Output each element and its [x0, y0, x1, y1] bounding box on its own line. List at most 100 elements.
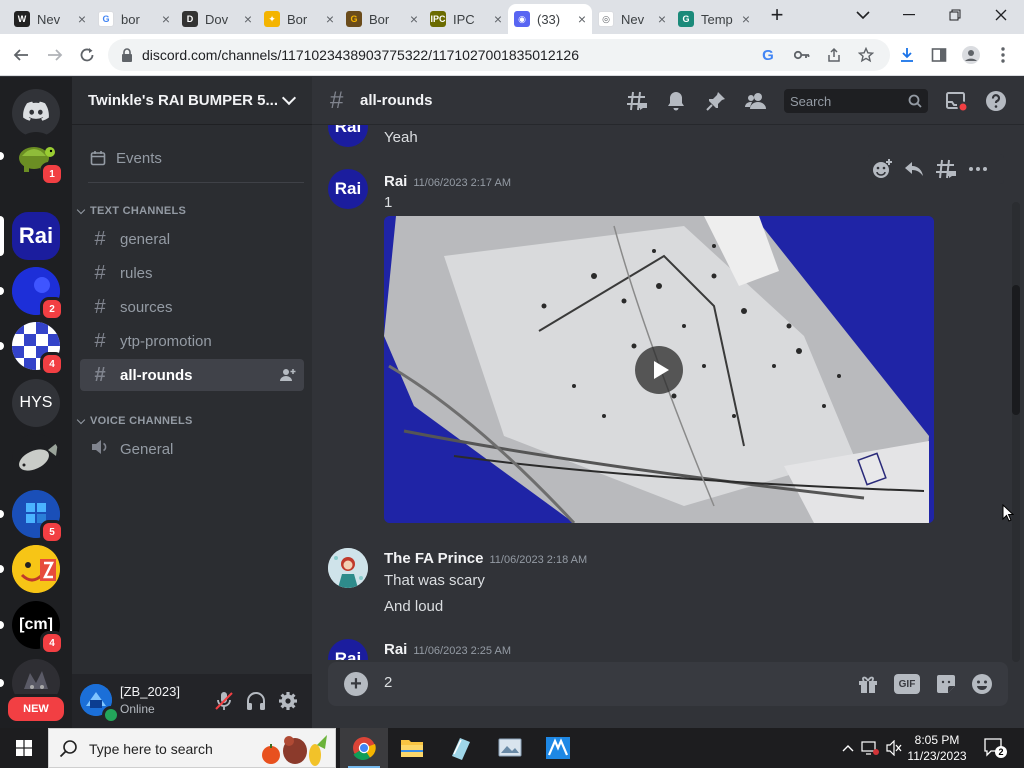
invite-member-icon[interactable] — [280, 367, 296, 383]
fish-server[interactable] — [12, 434, 60, 482]
user-settings-gear-icon[interactable] — [276, 689, 300, 713]
tab-6[interactable]: ◉ (33) × — [508, 4, 592, 34]
headphones-icon[interactable] — [244, 689, 268, 713]
back-icon[interactable] — [8, 42, 34, 68]
text-channels-category[interactable]: TEXT CHANNELS — [76, 205, 186, 217]
create-thread-icon[interactable] — [934, 157, 958, 181]
play-button[interactable] — [635, 346, 683, 394]
inbox-icon[interactable] — [944, 89, 969, 113]
tab-1[interactable]: Gbor × — [92, 4, 176, 34]
author-name[interactable]: Rai — [384, 173, 407, 190]
voice-channels-category[interactable]: VOICE CHANNELS — [76, 415, 193, 427]
profile-icon[interactable] — [958, 42, 984, 68]
avatar[interactable] — [328, 548, 368, 588]
help-icon[interactable] — [984, 89, 1008, 113]
close-tab-icon[interactable]: × — [742, 11, 750, 27]
new-tab-button[interactable]: + — [760, 0, 794, 30]
author-name[interactable]: The FA Prince — [384, 550, 483, 567]
restore-icon[interactable] — [932, 0, 978, 30]
reply-icon[interactable] — [902, 157, 926, 181]
tab-search-icon[interactable] — [840, 0, 886, 30]
close-tab-icon[interactable]: × — [410, 11, 418, 27]
emoji-server[interactable] — [12, 545, 60, 593]
channel-sources[interactable]: # sources — [80, 291, 304, 323]
message-composer[interactable]: + 2 GIF — [328, 662, 1008, 706]
channel-all-rounds[interactable]: # all-rounds — [80, 359, 304, 391]
volume-muted-icon[interactable] — [884, 738, 904, 758]
emoji-icon[interactable] — [970, 672, 994, 696]
events-button[interactable]: Events — [80, 141, 304, 175]
taskbar-chrome[interactable] — [340, 728, 388, 768]
tab-0[interactable]: W Nev × — [8, 4, 92, 34]
reload-icon[interactable] — [74, 42, 100, 68]
key-icon[interactable] — [792, 45, 812, 65]
voice-channel-general[interactable]: General — [80, 433, 304, 465]
tab-2[interactable]: D Dov × — [176, 4, 258, 34]
threads-icon[interactable] — [625, 89, 649, 113]
notification-bell-icon[interactable] — [664, 89, 688, 113]
address-bar[interactable]: discord.com/channels/1171023438903775322… — [108, 39, 890, 71]
close-tab-icon[interactable]: × — [244, 11, 252, 27]
discord-home-button[interactable] — [12, 89, 60, 137]
rai-server[interactable]: Rai — [12, 212, 60, 260]
mic-muted-icon[interactable] — [212, 689, 236, 713]
username[interactable]: [ZB_2023] — [120, 684, 180, 699]
close-tab-icon[interactable]: × — [658, 11, 666, 27]
side-panel-icon[interactable] — [926, 42, 952, 68]
upload-plus-button[interactable]: + — [344, 672, 368, 696]
message-author[interactable]: Rai 11/06/2023 2:25 AM — [384, 641, 511, 658]
taskbar-app-photos[interactable] — [486, 728, 534, 768]
tab-8[interactable]: G Temp M × — [672, 4, 756, 34]
channel-general[interactable]: # general — [80, 223, 304, 255]
message-author[interactable]: Rai 11/06/2023 2:17 AM — [384, 173, 511, 190]
taskbar-app-editor[interactable] — [534, 728, 582, 768]
forward-icon[interactable] — [42, 42, 68, 68]
avatar[interactable]: Rai — [328, 169, 368, 209]
video-attachment[interactable] — [384, 216, 934, 523]
member-list-icon[interactable] — [744, 89, 768, 113]
message-author[interactable]: The FA Prince 11/06/2023 2:18 AM — [384, 550, 587, 567]
tab-7[interactable]: ◎ Nev × — [592, 4, 672, 34]
avatar[interactable]: Rai — [328, 639, 368, 660]
tray-overflow-icon[interactable] — [838, 738, 858, 758]
share-icon[interactable] — [824, 45, 844, 65]
avatar[interactable]: Rai — [328, 125, 368, 147]
close-tab-icon[interactable]: × — [578, 11, 586, 27]
google-lens-icon[interactable]: G — [758, 45, 778, 65]
gif-button[interactable]: GIF — [894, 674, 920, 694]
start-button[interactable] — [0, 728, 48, 768]
tab-3[interactable]: ✦ Bor × — [258, 4, 340, 34]
search-input[interactable]: Search — [784, 89, 928, 113]
close-window-icon[interactable] — [978, 0, 1024, 30]
sticker-icon[interactable] — [934, 672, 958, 696]
tab-4[interactable]: G Bor × — [340, 4, 424, 34]
more-options-icon[interactable] — [966, 157, 990, 181]
gift-icon[interactable] — [856, 672, 880, 696]
pin-icon[interactable] — [704, 89, 728, 113]
download-icon[interactable] — [894, 42, 920, 68]
close-tab-icon[interactable]: × — [494, 11, 502, 27]
notification-center-button[interactable]: 2 — [983, 736, 1007, 758]
close-tab-icon[interactable]: × — [162, 11, 170, 27]
minimize-icon[interactable] — [886, 0, 932, 30]
lock-icon[interactable] — [120, 47, 134, 63]
network-icon[interactable] — [860, 738, 880, 758]
add-reaction-icon[interactable] — [870, 157, 894, 181]
new-unreads-pill[interactable]: NEW — [5, 694, 67, 724]
taskbar-clock[interactable]: 8:05 PM 11/23/2023 — [904, 732, 970, 764]
bookmark-star-icon[interactable] — [856, 45, 876, 65]
url-text[interactable]: discord.com/channels/1171023438903775322… — [142, 47, 579, 63]
close-tab-icon[interactable]: × — [326, 11, 334, 27]
composer-text[interactable]: 2 — [384, 674, 392, 691]
channel-rules[interactable]: # rules — [80, 257, 304, 289]
server-header[interactable]: Twinkle's RAI BUMPER 5... — [72, 77, 312, 125]
close-tab-icon[interactable]: × — [78, 11, 86, 27]
scrollbar-track[interactable] — [1012, 202, 1020, 662]
scrollbar-thumb[interactable] — [1012, 285, 1020, 415]
tab-5[interactable]: IPC IPC × — [424, 4, 508, 34]
taskbar-file-explorer[interactable] — [388, 728, 436, 768]
taskbar-search-box[interactable]: Type here to search — [48, 728, 336, 768]
chrome-menu-icon[interactable] — [990, 42, 1016, 68]
hys-server[interactable]: HYS — [12, 379, 60, 427]
author-name[interactable]: Rai — [384, 641, 407, 658]
